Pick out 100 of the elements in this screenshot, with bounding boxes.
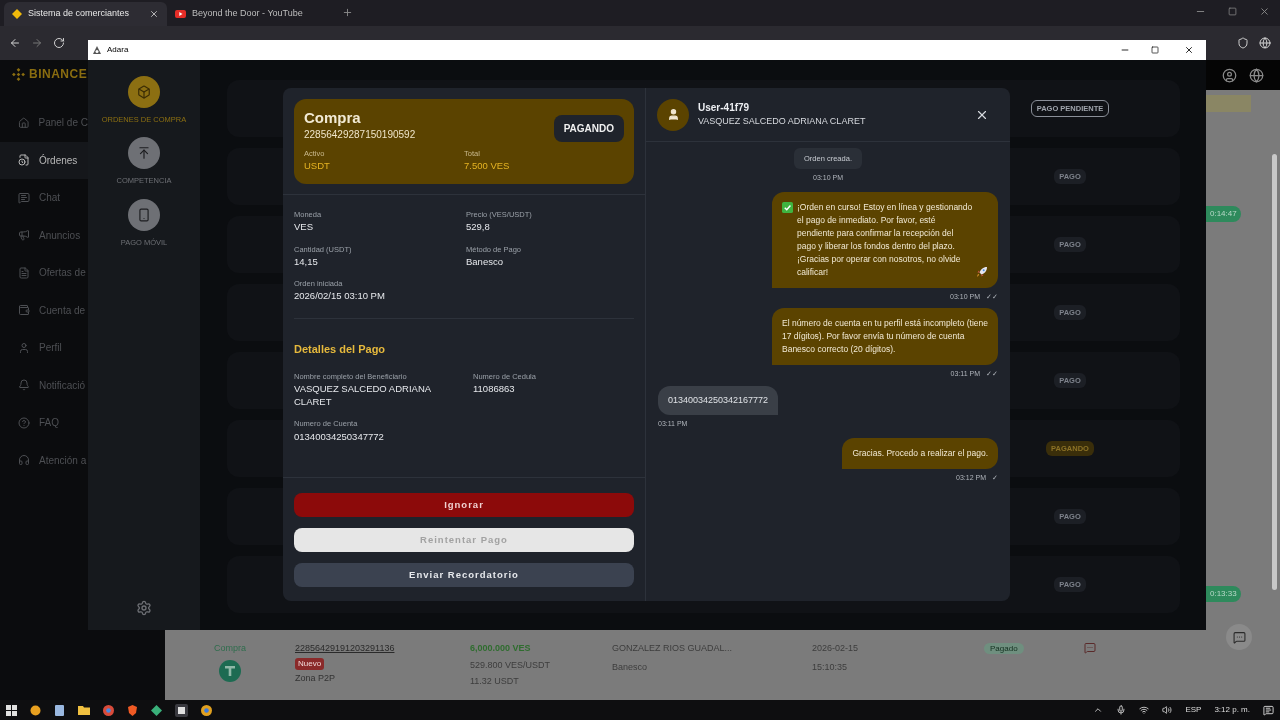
chevron-icon[interactable] [1093, 705, 1104, 715]
status-badge: PAGANDO [553, 115, 624, 142]
nav-item[interactable]: Órdenes [0, 141, 88, 179]
message-bubble: 01340034250342167772 [658, 385, 779, 416]
chat-icon[interactable] [1084, 642, 1096, 654]
nav-item[interactable]: Perfil [0, 329, 88, 367]
field-value: VASQUEZ SALCEDO ADRIANA CLARET [294, 382, 432, 409]
order-id-link[interactable]: 22856429191203291136 [295, 642, 470, 656]
network-icon[interactable] [1139, 705, 1150, 715]
volume-icon[interactable] [1162, 705, 1173, 715]
globe-icon[interactable] [1249, 67, 1264, 83]
checkmark-icon [782, 201, 793, 213]
message-text: Gracias. Procedo a realizar el pago. [852, 446, 988, 460]
globe-icon[interactable] [1259, 37, 1271, 49]
back-icon[interactable] [9, 37, 21, 49]
date-text: 2026-02-15 [812, 642, 860, 655]
phone-icon [137, 207, 151, 222]
price-text: 529.800 VES/USDT [470, 658, 552, 672]
user-icon [666, 108, 680, 121]
rocket-icon [976, 265, 988, 278]
help-icon [18, 416, 30, 429]
clock[interactable]: 3:12 p. m. [1214, 704, 1250, 716]
field-value: VES [294, 220, 314, 235]
user-icon [18, 341, 30, 354]
chat-icon [1232, 630, 1246, 644]
browser-icon[interactable] [127, 704, 138, 716]
support-chat-button[interactable] [1226, 624, 1252, 650]
window-title: Adara [107, 44, 129, 56]
new-tab-icon[interactable] [342, 7, 353, 18]
browser-tab[interactable]: Beyond the Door - YouTube [167, 2, 330, 26]
order-side: Compra [214, 642, 246, 655]
app-icon[interactable] [175, 703, 188, 717]
nav-item[interactable]: Anuncios [0, 216, 88, 254]
document-clock-icon [18, 154, 30, 167]
nav-item[interactable]: FAQ [0, 404, 88, 442]
time-text: 15:10:35 [812, 660, 849, 674]
language-indicator[interactable]: ESP [1185, 704, 1202, 716]
nav-item[interactable]: Panel de C [0, 104, 88, 142]
tether-icon [219, 659, 241, 682]
reload-icon[interactable] [53, 37, 65, 49]
maximize-icon[interactable] [1151, 46, 1159, 54]
field-value: 529,8 [466, 220, 491, 235]
field-value: Banesco [466, 254, 504, 269]
chat-full-name: VASQUEZ SALCEDO ADRIANA CLARET [698, 115, 867, 129]
message-text: ¡Orden en curso! Estoy en línea y gestionando el pago de inmediato. Por favor, esté pendiente para confirmar la recepción del pago y liberar los fondos dentro del plazo. ¡Gracias por operar con nosotros, no olvide calificar! [797, 200, 974, 279]
profile-icon[interactable] [1222, 67, 1237, 83]
amount-text: 6,000.000 VES [470, 642, 532, 655]
counterparty-text: GONZALEZ RIOS GUADAL... [612, 642, 734, 655]
zone-text: Zona P2P [295, 671, 337, 685]
browser-icon[interactable] [201, 704, 212, 716]
status-badge: Pagado [984, 643, 1024, 654]
field-value: 2026/02/15 03:10 PM [294, 289, 386, 304]
action-button[interactable]: Ignorar [294, 493, 634, 517]
action-button[interactable]: Enviar Recordatorio [294, 563, 634, 587]
folder-icon[interactable] [78, 704, 90, 716]
app-icon[interactable] [54, 704, 65, 716]
headset-icon [18, 454, 30, 467]
maximize-icon[interactable] [1228, 7, 1237, 16]
chat-icon [18, 191, 30, 204]
field-value: 11086863 [473, 382, 516, 396]
action-button[interactable]: Reintentar Pago [294, 528, 634, 552]
tab-title: Beyond the Door - YouTube [192, 7, 304, 21]
app-logo-icon [92, 45, 102, 55]
document-icon [18, 266, 30, 279]
chat-user-name: User-41f79 [698, 101, 751, 116]
bell-icon [18, 379, 30, 392]
nav-item[interactable]: Cuenta de [0, 291, 88, 329]
new-badge: Nuevo [295, 657, 325, 670]
order-title: Compra [304, 109, 362, 127]
shield-icon[interactable] [1237, 37, 1249, 49]
app-icon[interactable] [30, 704, 41, 716]
section-title: Detalles del Pago [293, 341, 387, 357]
upload-icon [137, 146, 151, 161]
windows-icon[interactable] [6, 704, 17, 716]
house-icon [18, 116, 30, 129]
browser-tab[interactable]: Sistema de comerciantes [4, 2, 167, 26]
app-icon[interactable] [151, 704, 162, 716]
nav-item[interactable]: Ofertas de [0, 254, 88, 292]
close-icon[interactable] [149, 9, 159, 19]
order-id: 22856429287150190592 [304, 128, 416, 142]
close-icon[interactable] [1184, 45, 1194, 55]
field-value: 01340034250347772 [294, 429, 385, 443]
cube-icon [137, 85, 151, 99]
warning-banner [1206, 95, 1251, 112]
nav-item[interactable]: Notificació [0, 366, 88, 404]
logo-text: BINANCE [29, 66, 88, 83]
tab-title: Sistema de comerciantes [28, 7, 131, 21]
field-value: USDT [304, 159, 331, 174]
settings-icon[interactable] [136, 600, 152, 616]
nav-item[interactable]: Atención a [0, 441, 88, 479]
timer-badge: 0:14:47 [1206, 206, 1241, 222]
timer-badge: 0:13:33 [1206, 586, 1241, 602]
megaphone-icon [18, 229, 30, 242]
notification-icon[interactable] [1263, 704, 1274, 716]
nav-item[interactable]: Chat [0, 179, 88, 217]
wallet-icon [18, 304, 30, 317]
bank-text: Banesco [612, 660, 649, 674]
browser-icon[interactable] [103, 704, 114, 716]
message-text: El número de cuenta en tu perfil está incompleto (tiene 17 dígitos). Por favor envía tu número de cuenta Banesco correcto (20 dígitos). [782, 317, 988, 357]
microphone-icon[interactable] [1116, 705, 1127, 715]
